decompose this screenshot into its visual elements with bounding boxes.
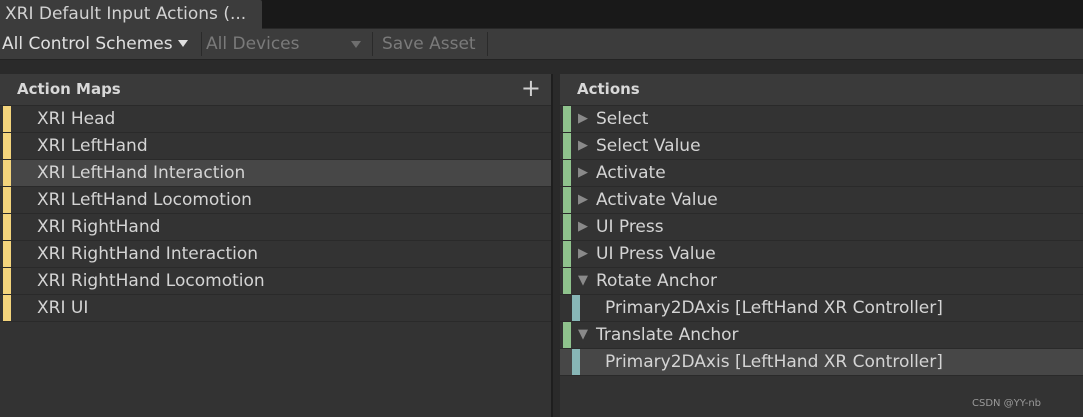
action-stripe xyxy=(563,268,571,294)
action-map-label: XRI UI xyxy=(37,298,89,318)
action-row[interactable]: ▼ Translate Anchor xyxy=(560,322,1083,349)
action-maps-header: Action Maps + xyxy=(0,74,551,106)
action-map-label: XRI RightHand Locomotion xyxy=(37,271,265,291)
action-map-stripe xyxy=(3,214,11,240)
actions-panel: Actions ▶ Select ▶ Select Value ▶ Activate ▶ Ac… xyxy=(560,74,1083,417)
action-map-row[interactable]: XRI LeftHand xyxy=(0,133,551,160)
action-map-row[interactable]: XRI LeftHand Interaction xyxy=(0,160,551,187)
action-map-stripe xyxy=(3,133,11,159)
binding-stripe xyxy=(572,295,580,321)
action-row[interactable]: ▶ Select xyxy=(560,106,1083,133)
action-maps-panel: Action Maps + XRI Head XRI LeftHand XRI Le… xyxy=(0,74,553,417)
action-maps-list: XRI Head XRI LeftHand XRI LeftHand Interac… xyxy=(0,106,551,322)
action-stripe xyxy=(563,322,571,348)
action-map-stripe xyxy=(3,160,11,186)
action-map-row[interactable]: XRI RightHand Interaction xyxy=(0,241,551,268)
actions-header: Actions xyxy=(560,74,1083,106)
action-stripe xyxy=(563,187,571,213)
action-row[interactable]: ▶ Activate Value xyxy=(560,187,1083,214)
dropdown-caret-icon xyxy=(177,40,188,47)
save-asset-button[interactable]: Save Asset xyxy=(382,29,476,59)
binding-stripe xyxy=(572,349,580,375)
action-label: Translate Anchor xyxy=(596,325,739,345)
action-label: Rotate Anchor xyxy=(596,271,717,291)
add-action-map-icon[interactable]: + xyxy=(521,74,541,102)
collapsed-arrow-icon[interactable]: ▶ xyxy=(578,214,588,240)
toolbar-divider xyxy=(201,32,202,56)
binding-row[interactable]: Primary2DAxis [LeftHand XR Controller] xyxy=(560,295,1083,322)
action-map-stripe xyxy=(3,106,11,132)
action-label: Activate Value xyxy=(596,190,718,210)
panel-gutter xyxy=(0,60,1083,74)
tab-bar: XRI Default Input Actions (... xyxy=(0,0,1083,29)
action-row[interactable]: ▼ Rotate Anchor xyxy=(560,268,1083,295)
toolbar-divider xyxy=(487,32,488,56)
action-map-row[interactable]: XRI RightHand xyxy=(0,214,551,241)
collapsed-arrow-icon[interactable]: ▶ xyxy=(578,187,588,213)
action-map-label: XRI RightHand Interaction xyxy=(37,244,259,264)
action-label: Select xyxy=(596,109,649,129)
action-label: Select Value xyxy=(596,136,701,156)
action-map-label: XRI LeftHand Locomotion xyxy=(37,190,252,210)
action-row[interactable]: ▶ UI Press Value xyxy=(560,241,1083,268)
action-map-stripe xyxy=(3,268,11,294)
action-stripe xyxy=(563,241,571,267)
action-map-label: XRI LeftHand Interaction xyxy=(37,163,246,183)
action-row[interactable]: ▶ Activate xyxy=(560,160,1083,187)
collapsed-arrow-icon[interactable]: ▶ xyxy=(578,241,588,267)
action-stripe xyxy=(563,106,571,132)
toolbar: All Control Schemes All Devices Save Ass… xyxy=(0,29,1083,60)
action-map-row[interactable]: XRI LeftHand Locomotion xyxy=(0,187,551,214)
action-stripe xyxy=(563,160,571,186)
action-label: Activate xyxy=(596,163,666,183)
action-maps-title: Action Maps xyxy=(17,80,121,98)
action-map-stripe xyxy=(3,241,11,267)
action-map-row[interactable]: XRI UI xyxy=(0,295,551,322)
collapsed-arrow-icon[interactable]: ▶ xyxy=(578,106,588,132)
action-map-row[interactable]: XRI Head xyxy=(0,106,551,133)
action-map-label: XRI Head xyxy=(37,109,116,129)
binding-label: Primary2DAxis [LeftHand XR Controller] xyxy=(605,298,943,318)
action-row[interactable]: ▶ UI Press xyxy=(560,214,1083,241)
collapsed-arrow-icon[interactable]: ▶ xyxy=(578,160,588,186)
binding-row[interactable]: Primary2DAxis [LeftHand XR Controller] xyxy=(560,349,1083,376)
action-map-row[interactable]: XRI RightHand Locomotion xyxy=(0,268,551,295)
expanded-arrow-icon[interactable]: ▼ xyxy=(578,322,588,348)
dropdown-caret-icon xyxy=(351,41,361,48)
devices-dropdown[interactable]: All Devices xyxy=(206,29,366,59)
action-label: UI Press Value xyxy=(596,244,716,264)
control-scheme-label: All Control Schemes xyxy=(2,34,173,54)
action-map-stripe xyxy=(3,295,11,321)
action-map-label: XRI LeftHand xyxy=(37,136,148,156)
actions-title: Actions xyxy=(577,80,640,98)
tab-input-actions[interactable]: XRI Default Input Actions (... xyxy=(0,0,262,29)
collapsed-arrow-icon[interactable]: ▶ xyxy=(578,133,588,159)
control-scheme-dropdown[interactable]: All Control Schemes xyxy=(2,29,188,59)
watermark: CSDN @YY-nb xyxy=(971,398,1041,409)
action-row[interactable]: ▶ Select Value xyxy=(560,133,1083,160)
actions-list: ▶ Select ▶ Select Value ▶ Activate ▶ Activate V… xyxy=(560,106,1083,376)
action-label: UI Press xyxy=(596,217,664,237)
action-map-label: XRI RightHand xyxy=(37,217,161,237)
binding-label: Primary2DAxis [LeftHand XR Controller] xyxy=(605,352,943,372)
action-map-stripe xyxy=(3,187,11,213)
action-stripe xyxy=(563,133,571,159)
expanded-arrow-icon[interactable]: ▼ xyxy=(578,268,588,294)
devices-label: All Devices xyxy=(206,34,300,54)
toolbar-divider xyxy=(372,32,373,56)
action-stripe xyxy=(563,214,571,240)
panel-splitter[interactable] xyxy=(553,60,560,417)
